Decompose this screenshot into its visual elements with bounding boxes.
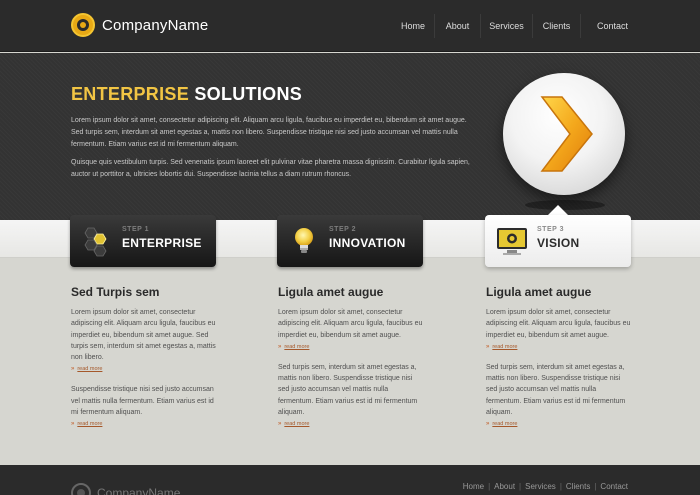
lightbulb-icon (295, 228, 313, 253)
nav-services[interactable]: Services (480, 14, 532, 38)
arrow-icon: » (486, 421, 490, 428)
footer-nav-contact[interactable]: Contact (596, 482, 628, 491)
step-enterprise[interactable]: STEP 1 ENTERPRISE (70, 215, 216, 267)
read-more-link[interactable]: » read more (278, 421, 424, 427)
column-text: Lorem ipsum dolor sit amet, consectetur … (486, 309, 631, 339)
arrow-icon: » (71, 366, 75, 373)
arrow-icon: » (486, 343, 490, 350)
column-title: Sed Turpis sem (71, 285, 160, 299)
read-more-text[interactable]: read more (492, 344, 517, 350)
read-more-text[interactable]: read more (284, 421, 309, 427)
read-more-link[interactable]: » read more (486, 421, 632, 427)
content-column-2: Ligula amet augue Lorem ipsum dolor sit … (278, 285, 424, 427)
read-more-text[interactable]: read more (284, 344, 309, 350)
logo[interactable]: CompanyName (71, 13, 208, 37)
content-column-1: Sed Turpis sem Lorem ipsum dolor sit ame… (71, 285, 217, 427)
read-more-text[interactable]: read more (492, 421, 517, 427)
footer-nav-services[interactable]: Services (521, 482, 560, 491)
site-footer: CompanyName Home | About | Services | Clien… (0, 465, 700, 495)
column-text: Sed turpis sem, interdum sit amet egesta… (486, 363, 626, 417)
nav-clients[interactable]: Clients (532, 14, 580, 38)
nav-about[interactable]: About (434, 14, 480, 38)
hero-section: ENTERPRISE SOLUTIONS Lorem ipsum dolor s… (0, 53, 700, 220)
footer-logo[interactable]: CompanyName (71, 483, 180, 495)
step-innovation[interactable]: STEP 2 INNOVATION (277, 215, 423, 267)
step-number: STEP 3 (537, 226, 564, 233)
hexagon-icon (84, 227, 107, 257)
hero-paragraph-2: Quisque quis vestibulum turpis. Sed vene… (71, 159, 470, 178)
chevron-right-icon (540, 96, 593, 172)
content-column-3: Ligula amet augue Lorem ipsum dolor sit … (486, 285, 632, 427)
hero-title-rest: SOLUTIONS (194, 84, 303, 104)
footer-logo-text: CompanyName (97, 486, 181, 495)
arrow-icon: » (71, 421, 75, 428)
read-more-text[interactable]: read more (77, 421, 102, 427)
nav-contact[interactable]: Contact (580, 14, 628, 38)
column-text: Sed turpis sem, interdum sit amet egesta… (278, 363, 418, 417)
column-text: Lorem ipsum dolor sit amet, consectetur … (71, 309, 216, 362)
column-text: Lorem ipsum dolor sit amet, consectetur … (278, 309, 423, 339)
column-title: Ligula amet augue (278, 285, 384, 299)
hero-title: ENTERPRISE SOLUTIONS (71, 84, 302, 105)
footer-nav: Home | About | Services | Clients | Contact (459, 482, 628, 491)
main-nav: Home About Services Clients Contact (392, 14, 628, 38)
nav-home[interactable]: Home (392, 14, 434, 38)
arrow-icon: » (278, 343, 282, 350)
hero-paragraph-1: Lorem ipsum dolor sit amet, consectetur … (71, 117, 467, 148)
footer-nav-clients[interactable]: Clients (562, 482, 594, 491)
column-text: Suspendisse tristique nisi sed justo acc… (71, 386, 214, 417)
hero-title-highlight: ENTERPRISE (71, 84, 190, 104)
read-more-link[interactable]: » read more (71, 421, 217, 427)
step-number: STEP 2 (329, 226, 356, 233)
step-vision[interactable]: STEP 3 VISION (485, 215, 631, 267)
site-header: CompanyName Home About Services Clients … (0, 0, 700, 52)
step-label: ENTERPRISE (122, 236, 202, 250)
step-number: STEP 1 (122, 226, 149, 233)
logo-icon (71, 13, 95, 37)
monitor-icon (497, 228, 527, 255)
step-label: INNOVATION (329, 236, 406, 250)
logo-text: CompanyName (102, 16, 209, 34)
footer-nav-home[interactable]: Home (459, 482, 488, 491)
logo-icon (71, 483, 91, 495)
read-more-text[interactable]: read more (77, 366, 102, 372)
arrow-icon: » (278, 421, 282, 428)
hero-orb-button[interactable] (503, 73, 625, 195)
column-title: Ligula amet augue (486, 285, 592, 299)
step-label: VISION (537, 236, 580, 250)
footer-nav-about[interactable]: About (490, 482, 519, 491)
